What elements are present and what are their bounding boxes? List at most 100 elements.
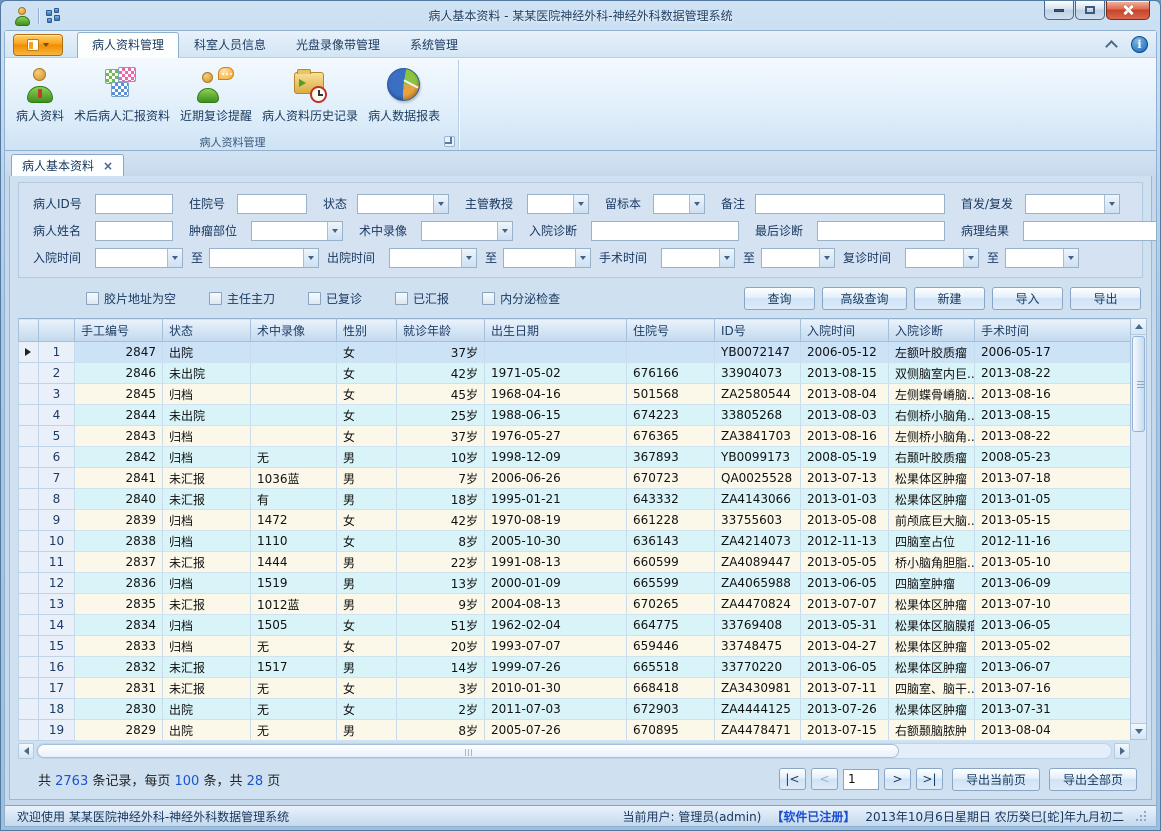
column-header-id-no[interactable]: ID号: [715, 319, 801, 342]
filter-combo-discharge-date-to[interactable]: [503, 248, 591, 268]
combo-arrow-icon[interactable]: [963, 249, 978, 267]
filter-input-final-diagnosis[interactable]: [817, 221, 945, 241]
tab-system-management[interactable]: 系统管理: [395, 32, 473, 57]
combo-arrow-icon[interactable]: [689, 195, 704, 213]
table-row[interactable]: 182830出院无女2岁2011-07-03672903ZA4444125201…: [19, 699, 1131, 720]
column-header-gender[interactable]: 性别: [337, 319, 397, 342]
quick-access-icon[interactable]: [45, 8, 61, 24]
filter-input-remark[interactable]: [755, 194, 945, 214]
scroll-right-icon[interactable]: [1114, 743, 1130, 759]
column-header-admission-no[interactable]: 住院号: [627, 319, 715, 342]
minimize-button[interactable]: [1044, 1, 1074, 20]
filter-combo-specimen[interactable]: [653, 194, 705, 214]
filter-combo-followup-date-to[interactable]: [1005, 248, 1079, 268]
filter-combo-surgery-date-to[interactable]: [761, 248, 835, 268]
table-row[interactable]: 72841未汇报1036蓝男7岁2006-06-26670723QA002552…: [19, 468, 1131, 489]
filter-input-patient-name[interactable]: [95, 221, 173, 241]
vertical-scroll-thumb[interactable]: [1132, 336, 1145, 432]
checkbox-box-icon[interactable]: [86, 292, 99, 305]
combo-arrow-icon[interactable]: [327, 222, 342, 240]
checkbox-box-icon[interactable]: [395, 292, 408, 305]
horizontal-scroll-thumb[interactable]: [37, 744, 899, 758]
tab-staff-info[interactable]: 科室人员信息: [179, 32, 281, 57]
checkbox-chief-surgeon[interactable]: 主任主刀: [209, 290, 275, 307]
table-row[interactable]: 82840未汇报有男18岁1995-01-21643332ZA414306620…: [19, 489, 1131, 510]
column-header-surgery-date[interactable]: 手术时间: [975, 319, 1131, 342]
table-row[interactable]: 92839归档1472女42岁1970-08-19661228337556032…: [19, 510, 1131, 531]
export-button[interactable]: 导出: [1070, 287, 1141, 310]
info-icon[interactable]: i: [1131, 36, 1148, 53]
combo-arrow-icon[interactable]: [433, 195, 448, 213]
table-row[interactable]: 132835未汇报1012蓝男9岁2004-08-13670265ZA44708…: [19, 594, 1131, 615]
combo-arrow-icon[interactable]: [167, 249, 182, 267]
combo-arrow-icon[interactable]: [1063, 249, 1078, 267]
table-row[interactable]: 62842归档无男10岁1998-12-09367893YB0099173200…: [19, 447, 1131, 468]
filter-input-admission-no[interactable]: [237, 194, 307, 214]
export-all-pages-button[interactable]: 导出全部页: [1049, 768, 1137, 791]
close-button[interactable]: [1106, 1, 1150, 20]
table-row[interactable]: 152833归档无女20岁1993-07-0765944633748475201…: [19, 636, 1131, 657]
filter-combo-chief-professor[interactable]: [527, 194, 589, 214]
horizontal-scrollbar[interactable]: [18, 743, 1130, 759]
resize-grip-icon[interactable]: [1134, 810, 1146, 822]
pager-prev-button[interactable]: <: [811, 768, 838, 790]
checkbox-reported[interactable]: 已汇报: [395, 290, 449, 307]
patient-data-button[interactable]: 病人资料: [11, 62, 69, 127]
history-record-button[interactable]: 病人资料历史记录: [257, 62, 363, 127]
scroll-up-icon[interactable]: [1131, 319, 1146, 335]
column-header-manual-no[interactable]: 手工编号: [75, 319, 163, 342]
combo-arrow-icon[interactable]: [497, 222, 512, 240]
filter-combo-intraop-video[interactable]: [421, 221, 513, 241]
combo-arrow-icon[interactable]: [1104, 195, 1119, 213]
filter-combo-followup-date-from[interactable]: [905, 248, 979, 268]
column-header-admission-diagnosis[interactable]: 入院诊断: [889, 319, 975, 342]
pager-last-button[interactable]: >|: [916, 768, 943, 790]
followup-reminder-button[interactable]: 近期复诊提醒: [175, 62, 257, 127]
checkbox-box-icon[interactable]: [209, 292, 222, 305]
data-report-button[interactable]: 病人数据报表: [363, 62, 445, 127]
tab-disc-tape-management[interactable]: 光盘录像带管理: [281, 32, 395, 57]
pager-page-input[interactable]: [843, 769, 879, 790]
combo-arrow-icon[interactable]: [819, 249, 834, 267]
scroll-left-icon[interactable]: [18, 743, 34, 759]
app-logo-icon[interactable]: [12, 6, 32, 26]
table-row[interactable]: 192829出院无男8岁2005-07-26670895ZA4478471201…: [19, 720, 1131, 741]
table-row[interactable]: 142834归档1505女51岁1962-02-0466477533769408…: [19, 615, 1131, 636]
column-header-visit-age[interactable]: 就诊年龄: [397, 319, 485, 342]
filter-combo-admission-date-from[interactable]: [95, 248, 183, 268]
maximize-button[interactable]: [1075, 1, 1105, 20]
filter-combo-status[interactable]: [357, 194, 449, 214]
filter-combo-admission-date-to[interactable]: [209, 248, 319, 268]
tab-patient-management[interactable]: 病人资料管理: [77, 32, 179, 58]
combo-arrow-icon[interactable]: [719, 249, 734, 267]
table-row[interactable]: 12847出院女37岁YB00721472006-05-12左额叶胶质瘤2006…: [19, 342, 1131, 363]
column-header-birth-date[interactable]: 出生日期: [485, 319, 627, 342]
column-header-status[interactable]: 状态: [163, 319, 251, 342]
filter-combo-discharge-date-from[interactable]: [389, 248, 477, 268]
column-header-admission-date[interactable]: 入院时间: [801, 319, 889, 342]
filter-combo-first-or-relapse[interactable]: [1025, 194, 1120, 214]
filter-input-admission-diagnosis[interactable]: [591, 221, 739, 241]
checkbox-box-icon[interactable]: [482, 292, 495, 305]
table-row[interactable]: 172831未汇报无女3岁2010-01-30668418ZA343098120…: [19, 678, 1131, 699]
table-row[interactable]: 112837未汇报1444男22岁1991-08-13660599ZA40894…: [19, 552, 1131, 573]
table-row[interactable]: 42844未出院女25岁1988-06-15674223338052682013…: [19, 405, 1131, 426]
combo-arrow-icon[interactable]: [575, 249, 590, 267]
filter-input-pathology-result[interactable]: [1023, 221, 1157, 241]
table-row[interactable]: 32845归档女45岁1968-04-16501568ZA25805442013…: [19, 384, 1131, 405]
doc-tab-patient-basic-info[interactable]: 病人基本资料 ×: [11, 154, 124, 176]
import-button[interactable]: 导入: [992, 287, 1063, 310]
table-row[interactable]: 122836归档1519男13岁2000-01-09665599ZA406598…: [19, 573, 1131, 594]
app-menu-button[interactable]: [13, 34, 63, 56]
combo-arrow-icon[interactable]: [461, 249, 476, 267]
filter-input-patient-id[interactable]: [95, 194, 173, 214]
query-button[interactable]: 查询: [744, 287, 815, 310]
checkbox-endocrine-exam[interactable]: 内分泌检查: [482, 290, 560, 307]
combo-arrow-icon[interactable]: [303, 249, 318, 267]
column-header-intraop-video[interactable]: 术中录像: [251, 319, 337, 342]
horizontal-scroll-track[interactable]: [36, 743, 1112, 759]
table-row[interactable]: 162832未汇报1517男14岁1999-07-266655183377022…: [19, 657, 1131, 678]
filter-combo-tumor-site[interactable]: [251, 221, 343, 241]
new-button[interactable]: 新建: [914, 287, 985, 310]
tab-close-icon[interactable]: ×: [103, 160, 113, 172]
